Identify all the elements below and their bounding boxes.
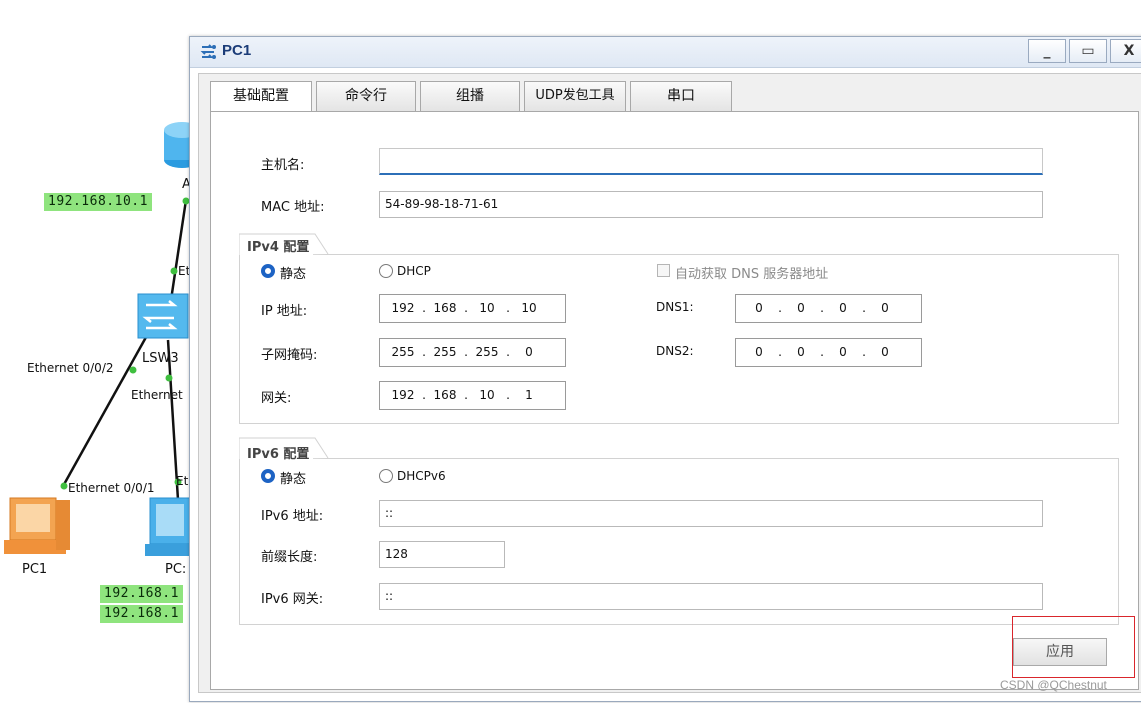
port-dot bbox=[170, 267, 178, 275]
ipv4-dhcp-label: DHCP bbox=[397, 264, 431, 278]
dns2-label: DNS2: bbox=[656, 344, 694, 358]
port-dot bbox=[129, 366, 137, 374]
tab-udp-tool[interactable]: UDP发包工具 bbox=[524, 81, 626, 111]
link-switch-pc1 bbox=[60, 329, 152, 489]
ipv6-address-input[interactable]: :: bbox=[379, 500, 1043, 527]
switch-label: LSW3 bbox=[142, 351, 179, 366]
gateway-input[interactable]: 192. 168. 10. 1 bbox=[379, 381, 566, 410]
link-label: Ethernet 0/0/1 bbox=[68, 481, 155, 495]
ipv6-static-label: 静态 bbox=[280, 472, 307, 487]
hostname-label: 主机名: bbox=[261, 158, 305, 173]
pc2-label: PC: bbox=[165, 562, 187, 577]
subnet-mask-label: 子网掩码: bbox=[261, 348, 318, 363]
ipv4-dhcp-radio[interactable] bbox=[379, 264, 393, 278]
prefix-length-input[interactable]: 128 bbox=[379, 541, 505, 568]
gateway-label: 网关: bbox=[261, 391, 292, 406]
dns1-label: DNS1: bbox=[656, 300, 694, 314]
link-label: Ethernet bbox=[131, 388, 183, 402]
mac-input[interactable]: 54-89-98-18-71-61 bbox=[379, 191, 1043, 218]
pc1-icon bbox=[4, 497, 70, 554]
tab-command-line[interactable]: 命令行 bbox=[316, 81, 416, 111]
subnet-mask-input[interactable]: 255. 255. 255. 0 bbox=[379, 338, 566, 367]
ipv6-gateway-input[interactable]: :: bbox=[379, 583, 1043, 610]
link-label: Ethernet 0/0/2 bbox=[27, 361, 114, 375]
auto-dns-checkbox[interactable] bbox=[657, 264, 670, 277]
ipv6-dhcpv6-label: DHCPv6 bbox=[397, 469, 446, 483]
ipv6-static-radio[interactable] bbox=[261, 469, 275, 483]
watermark: CSDN @QChestnut bbox=[1000, 678, 1107, 692]
tab-basic-config[interactable]: 基础配置 bbox=[210, 81, 312, 112]
port-dot bbox=[165, 374, 173, 382]
auto-dns-label: 自动获取 DNS 服务器地址 bbox=[675, 267, 829, 282]
ipv6-dhcpv6-radio[interactable] bbox=[379, 469, 393, 483]
ipv6-address-label: IPv6 地址: bbox=[261, 509, 324, 524]
ipv4-static-label: 静态 bbox=[280, 267, 307, 282]
close-button[interactable]: X bbox=[1110, 39, 1141, 63]
ip-tag-pc2-a: 192.168.1 bbox=[100, 585, 183, 603]
link-label: Et bbox=[176, 474, 189, 488]
minimize-button[interactable]: _ bbox=[1028, 39, 1066, 63]
window-titlebar[interactable]: PC1 _ ▭ X bbox=[190, 37, 1141, 68]
dns1-input[interactable]: 0. 0. 0. 0 bbox=[735, 294, 922, 323]
basic-config-panel: 主机名: MAC 地址: 54-89-98-18-71-61 IPv4 配置 静… bbox=[210, 111, 1139, 690]
ip-tag-router: 192.168.10.1 bbox=[44, 193, 152, 211]
tab-serial-port[interactable]: 串口 bbox=[630, 81, 732, 111]
tab-multicast[interactable]: 组播 bbox=[420, 81, 520, 111]
hostname-input[interactable] bbox=[379, 148, 1043, 175]
port-dot bbox=[60, 482, 68, 490]
ip-tag-pc2-b: 192.168.1 bbox=[100, 605, 183, 623]
switch-icon bbox=[137, 293, 189, 339]
dns2-input[interactable]: 0. 0. 0. 0 bbox=[735, 338, 922, 367]
pc2-icon bbox=[145, 497, 193, 556]
ip-address-input[interactable]: 192. 168. 10. 10 bbox=[379, 294, 566, 323]
window-body: 基础配置 命令行 组播 UDP发包工具 串口 主机名: MAC 地址: 54-8… bbox=[198, 73, 1141, 693]
ip-address-label: IP 地址: bbox=[261, 304, 308, 319]
ipv6-group-title: IPv6 配置 bbox=[243, 443, 314, 462]
topology-canvas: 192.168.10.1 192.168.1 192.168.1 A LSW3 … bbox=[0, 0, 200, 703]
pc-config-window: PC1 _ ▭ X 基础配置 命令行 组播 UDP发包工具 串口 主机名: MA… bbox=[189, 36, 1141, 702]
maximize-button[interactable]: ▭ bbox=[1069, 39, 1107, 63]
ipv4-group-title: IPv4 配置 bbox=[243, 236, 314, 255]
ipv6-gateway-label: IPv6 网关: bbox=[261, 592, 324, 607]
mac-label: MAC 地址: bbox=[261, 200, 325, 215]
prefix-length-label: 前缀长度: bbox=[261, 550, 318, 565]
ipv4-static-radio[interactable] bbox=[261, 264, 275, 278]
apply-button[interactable]: 应用 bbox=[1013, 638, 1107, 666]
pc1-label: PC1 bbox=[22, 562, 48, 577]
window-title: PC1 bbox=[222, 42, 252, 59]
link-router-switch bbox=[169, 199, 188, 301]
device-icon bbox=[200, 44, 216, 59]
